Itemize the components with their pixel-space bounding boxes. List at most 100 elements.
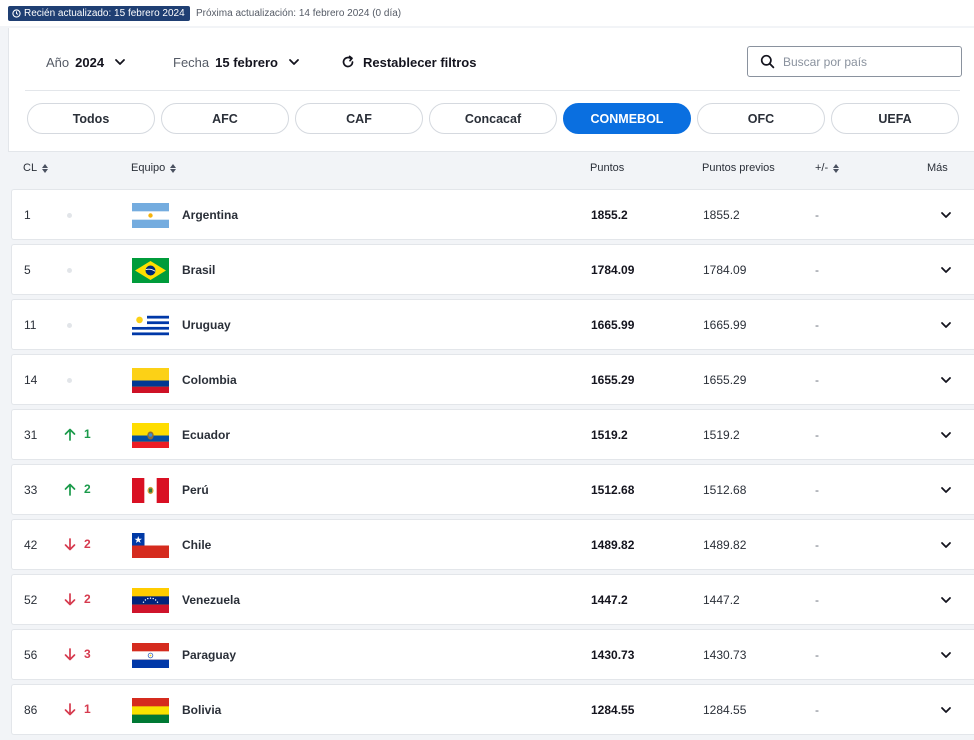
- points-diff-value: -: [815, 428, 819, 442]
- search-input[interactable]: [783, 54, 953, 69]
- reset-filters-label: Restablecer filtros: [363, 54, 477, 70]
- year-label: Año: [46, 54, 70, 70]
- sort-icon: [42, 163, 49, 173]
- sort-icon: [170, 163, 177, 173]
- tab-caf[interactable]: CAF: [295, 103, 423, 134]
- points-value: 1655.29: [591, 373, 635, 387]
- tab-ofc[interactable]: OFC: [697, 103, 825, 134]
- expand-row-chevron-icon[interactable]: [940, 319, 952, 331]
- column-header-prev-points-label: Puntos previos: [702, 162, 775, 174]
- date-dropdown[interactable]: Fecha 15 febrero: [173, 52, 300, 72]
- previous-points-value: 1489.82: [703, 538, 747, 552]
- points-value: 1665.99: [591, 318, 635, 332]
- rank-change-up: 1: [64, 427, 91, 441]
- sort-icon: [833, 163, 840, 173]
- team-name[interactable]: Ecuador: [182, 428, 230, 442]
- table-row[interactable]: 42 2 Chile 1489.82 1489.82 -: [11, 519, 974, 570]
- team-name[interactable]: Paraguay: [182, 648, 236, 662]
- chevron-down-icon: [115, 59, 125, 65]
- rank-value: 11: [24, 318, 37, 332]
- column-header-rank[interactable]: CL: [23, 162, 49, 174]
- points-diff-value: -: [815, 208, 819, 222]
- tab-todos[interactable]: Todos: [27, 103, 155, 134]
- team-name[interactable]: Colombia: [182, 373, 237, 387]
- flag-bolivia-icon: [132, 698, 169, 723]
- points-diff-value: -: [815, 318, 819, 332]
- filter-divider: [25, 90, 960, 91]
- previous-points-value: 1665.99: [703, 318, 747, 332]
- rank-change-value: 1: [84, 427, 91, 441]
- table-row[interactable]: 56 3 Paraguay 1430.73 1430.73 -: [11, 629, 974, 680]
- expand-row-chevron-icon[interactable]: [940, 429, 952, 441]
- rank-change-value: 2: [84, 482, 91, 496]
- points-diff-value: -: [815, 593, 819, 607]
- team-name[interactable]: Venezuela: [182, 593, 240, 607]
- flag-argentina-icon: [132, 203, 169, 228]
- points-value: 1784.09: [591, 263, 635, 277]
- arrow-up-icon: [64, 428, 76, 441]
- table-row[interactable]: 31 1 Ecuador 1519.2 1519.2 -: [11, 409, 974, 460]
- points-diff-value: -: [815, 648, 819, 662]
- previous-points-value: 1784.09: [703, 263, 747, 277]
- table-row[interactable]: 11 Uruguay 1665.99 1665.99 -: [11, 299, 974, 350]
- team-name[interactable]: Chile: [182, 538, 211, 552]
- points-value: 1489.82: [591, 538, 635, 552]
- table-row[interactable]: 14 Colombia 1655.29 1655.29 -: [11, 354, 974, 405]
- column-header-points-label: Puntos: [590, 162, 625, 174]
- search-icon: [760, 54, 775, 69]
- expand-row-chevron-icon[interactable]: [940, 594, 952, 606]
- previous-points-value: 1519.2: [703, 428, 740, 442]
- column-header-diff[interactable]: +/-: [815, 162, 840, 174]
- rank-change-value: 2: [84, 537, 91, 551]
- tab-afc[interactable]: AFC: [161, 103, 289, 134]
- column-header-rank-label: CL: [23, 162, 38, 174]
- team-name[interactable]: Perú: [182, 483, 209, 497]
- updated-badge-text: Recién actualizado: 15 febrero 2024: [24, 8, 185, 19]
- previous-points-value: 1855.2: [703, 208, 740, 222]
- table-row[interactable]: 33 2 Perú 1512.68 1512.68 -: [11, 464, 974, 515]
- reset-filters-button[interactable]: Restablecer filtros: [341, 52, 476, 72]
- rank-change-value: 3: [84, 647, 91, 661]
- expand-row-chevron-icon[interactable]: [940, 264, 952, 276]
- search-box[interactable]: [747, 46, 962, 77]
- column-header-team[interactable]: Equipo: [131, 162, 177, 174]
- team-name[interactable]: Brasil: [182, 263, 215, 277]
- tab-concacaf[interactable]: Concacaf: [429, 103, 557, 134]
- tab-uefa[interactable]: UEFA: [831, 103, 959, 134]
- points-value: 1512.68: [591, 483, 635, 497]
- points-value: 1430.73: [591, 648, 635, 662]
- clock-icon: [12, 9, 21, 18]
- table-row[interactable]: 86 1 Bolivia 1284.55 1284.55 -: [11, 684, 974, 735]
- expand-row-chevron-icon[interactable]: [940, 484, 952, 496]
- rank-value: 1: [24, 208, 31, 222]
- expand-row-chevron-icon[interactable]: [940, 539, 952, 551]
- column-header-prev-points: Puntos previos: [702, 162, 775, 174]
- arrow-down-icon: [64, 702, 76, 715]
- team-name[interactable]: Argentina: [182, 208, 238, 222]
- rank-change-down: 3: [64, 647, 91, 661]
- expand-row-chevron-icon[interactable]: [940, 374, 952, 386]
- team-name[interactable]: Uruguay: [182, 318, 231, 332]
- flag-brasil-icon: [132, 258, 169, 283]
- previous-points-value: 1284.55: [703, 703, 747, 717]
- expand-row-chevron-icon[interactable]: [940, 649, 952, 661]
- column-header-team-label: Equipo: [131, 162, 166, 174]
- column-header-points: Puntos: [590, 162, 624, 174]
- table-row[interactable]: 1 Argentina 1855.2 1855.2 -: [11, 189, 974, 240]
- expand-row-chevron-icon[interactable]: [940, 209, 952, 221]
- column-header-more-label: Más: [927, 162, 948, 174]
- tab-conmebol[interactable]: CONMEBOL: [563, 103, 691, 134]
- arrow-down-icon: [64, 592, 76, 605]
- year-dropdown[interactable]: Año 2024: [46, 52, 126, 72]
- points-diff-value: -: [815, 703, 819, 717]
- previous-points-value: 1512.68: [703, 483, 747, 497]
- previous-points-value: 1430.73: [703, 648, 747, 662]
- flag-paraguay-icon: [132, 643, 169, 668]
- team-name[interactable]: Bolivia: [182, 703, 221, 717]
- expand-row-chevron-icon[interactable]: [940, 704, 952, 716]
- no-change-dot-icon: [67, 378, 72, 383]
- table-row[interactable]: 52 2 Venezuela 1447.2 1447.2 -: [11, 574, 974, 625]
- flag-uruguay-icon: [132, 313, 169, 338]
- table-row[interactable]: 5 Brasil 1784.09 1784.09 -: [11, 244, 974, 295]
- flag-colombia-icon: [132, 368, 169, 393]
